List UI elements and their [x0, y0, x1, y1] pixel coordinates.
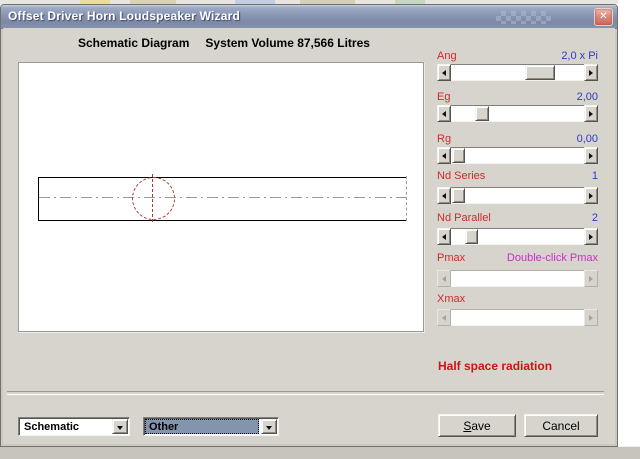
nd-series-label: Nd Series [437, 170, 486, 182]
scroll-left-button[interactable] [437, 147, 451, 164]
slider-track[interactable] [451, 105, 584, 122]
nd-series-value: 1 [591, 170, 598, 182]
slider-track[interactable] [451, 147, 584, 164]
chevron-down-icon [117, 426, 123, 430]
save-button[interactable]: Save [438, 414, 516, 437]
scroll-right-button[interactable] [584, 105, 598, 122]
slider-thumb[interactable] [475, 106, 489, 121]
scroll-right-button[interactable] [584, 187, 598, 204]
arrow-left-icon [442, 192, 446, 199]
eg-row: Eg 2,00 [437, 91, 598, 103]
wizard-dialog: Offset Driver Horn Loudspeaker Wizard ✕ … [0, 4, 618, 447]
duct-center-axis-line [39, 197, 406, 198]
arrow-left-icon [442, 275, 446, 282]
slider-track [451, 270, 584, 287]
arrow-left-icon [442, 110, 446, 117]
scroll-right-button[interactable] [584, 228, 598, 245]
driver-type-value[interactable]: Other [145, 419, 259, 434]
ang-row: Ang 2,0 x Pi [437, 50, 598, 62]
xmax-label: Xmax [437, 293, 466, 305]
eg-label: Eg [437, 91, 451, 103]
cancel-button-label: Cancel [542, 418, 580, 433]
xmax-slider [437, 309, 598, 326]
horn-duct-mouth-dashed-edge [406, 176, 407, 221]
scroll-left-button[interactable] [437, 228, 451, 245]
pmax-label: Pmax [437, 252, 466, 264]
rg-label: Rg [437, 133, 452, 145]
slider-track[interactable] [451, 187, 584, 204]
horn-duct-outline [38, 177, 407, 221]
driver-position-circle [132, 177, 175, 220]
pmax-hint[interactable]: Double-click Pmax [507, 252, 598, 264]
nd-parallel-row: Nd Parallel 2 [437, 212, 598, 224]
slider-thumb[interactable] [452, 188, 465, 203]
arrow-right-icon [589, 69, 593, 76]
rg-value: 0,00 [576, 133, 598, 145]
scroll-left-button[interactable] [437, 187, 451, 204]
slider-thumb[interactable] [465, 229, 478, 244]
titlebar-pattern [496, 11, 551, 24]
rg-slider[interactable] [437, 147, 598, 164]
close-icon: ✕ [599, 11, 608, 22]
close-button[interactable]: ✕ [594, 8, 613, 26]
nd-series-slider[interactable] [437, 187, 598, 204]
slider-track[interactable] [451, 64, 584, 81]
arrow-right-icon [589, 152, 593, 159]
eg-slider[interactable] [437, 105, 598, 122]
background-window-right-area [618, 0, 640, 458]
driver-position-axis-line [152, 174, 153, 222]
pmax-row: Pmax Double-click Pmax [437, 252, 598, 264]
radiation-mode-note: Half space radiation [438, 359, 553, 373]
slider-track[interactable] [451, 228, 584, 245]
nd-series-row: Nd Series 1 [437, 170, 598, 182]
slider-thumb[interactable] [452, 148, 465, 163]
arrow-left-icon [442, 314, 446, 321]
arrow-left-icon [442, 69, 446, 76]
nd-parallel-value: 2 [591, 212, 598, 224]
driver-type-combobox[interactable]: Other [143, 417, 279, 436]
arrow-right-icon [589, 275, 593, 282]
combo-dropdown-button[interactable] [112, 419, 128, 434]
arrow-right-icon [589, 314, 593, 321]
system-volume-readout: System Volume 87,566 Litres [205, 36, 370, 50]
arrow-right-icon [589, 233, 593, 240]
arrow-left-icon [442, 152, 446, 159]
ang-label: Ang [437, 50, 457, 62]
schematic-header-title: Schematic Diagram [78, 36, 190, 50]
slider-thumb[interactable] [525, 65, 555, 80]
scroll-right-button[interactable] [584, 147, 598, 164]
footer-divider [7, 391, 604, 395]
arrow-left-icon [442, 233, 446, 240]
arrow-right-icon [589, 192, 593, 199]
scroll-left-button [437, 270, 451, 287]
eg-value: 2,00 [576, 91, 598, 103]
view-mode-combobox[interactable]: Schematic [18, 417, 130, 436]
slider-track [451, 309, 584, 326]
dialog-client-area: Schematic Diagram System Volume 87,566 L… [3, 28, 615, 444]
arrow-right-icon [589, 110, 593, 117]
scroll-left-button [437, 309, 451, 326]
nd-parallel-label: Nd Parallel [437, 212, 491, 224]
ang-value: 2,0 x Pi [561, 50, 598, 62]
title-bar[interactable]: Offset Driver Horn Loudspeaker Wizard ✕ [1, 5, 617, 29]
schematic-panel [18, 62, 424, 332]
combo-dropdown-button[interactable] [261, 419, 277, 434]
background-window-bottom-strip [0, 446, 640, 459]
scroll-right-button[interactable] [584, 64, 598, 81]
pmax-slider [437, 270, 598, 287]
ang-slider[interactable] [437, 64, 598, 81]
scroll-left-button[interactable] [437, 105, 451, 122]
cancel-button[interactable]: Cancel [524, 414, 598, 437]
chevron-down-icon [266, 426, 272, 430]
scroll-left-button[interactable] [437, 64, 451, 81]
schematic-header: Schematic Diagram System Volume 87,566 L… [78, 36, 370, 50]
xmax-row: Xmax [437, 293, 598, 305]
save-button-label: Save [463, 418, 491, 433]
nd-parallel-slider[interactable] [437, 228, 598, 245]
window-title: Offset Driver Horn Loudspeaker Wizard [8, 9, 241, 23]
rg-row: Rg 0,00 [437, 133, 598, 145]
view-mode-value[interactable]: Schematic [20, 419, 110, 434]
scroll-right-button [584, 270, 598, 287]
scroll-right-button [584, 309, 598, 326]
